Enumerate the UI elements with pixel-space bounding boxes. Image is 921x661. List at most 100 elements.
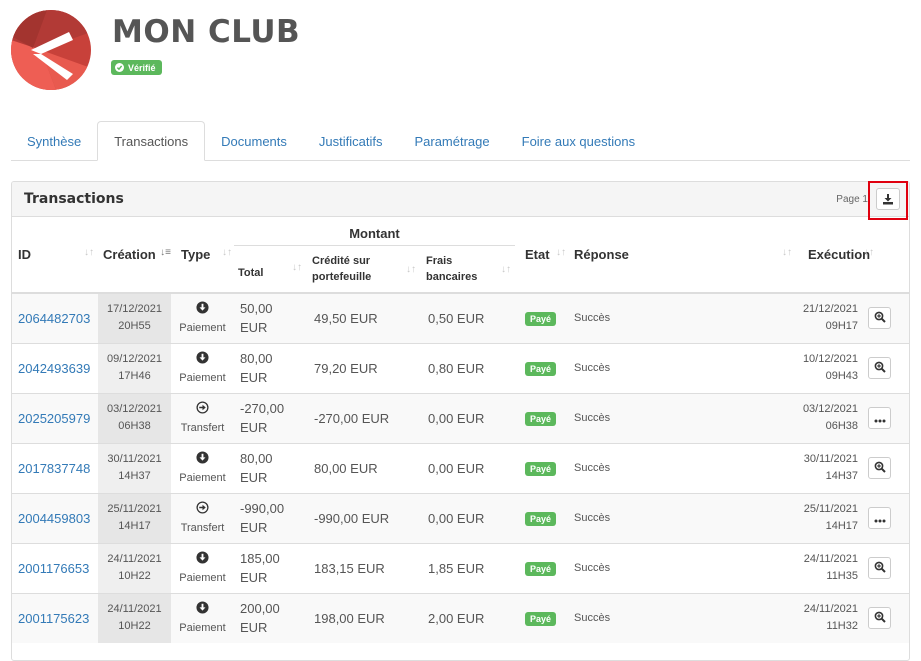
row-action-button[interactable]: [868, 507, 891, 529]
table-row: 2001176653 24/11/2021 10H22 Paiement 185,…: [12, 542, 909, 593]
transaction-id-link[interactable]: 2001176653: [12, 542, 98, 593]
creation-datetime: 03/12/2021 06H38: [98, 392, 171, 443]
creation-datetime: 30/11/2021 14H37: [98, 442, 171, 493]
amount-total: 50,00 EUR: [234, 292, 308, 343]
col-header-etat[interactable]: Etat ↓↑: [515, 217, 568, 294]
sort-icon: ↓↑: [222, 247, 232, 258]
amount-total: -990,00 EUR: [234, 492, 308, 543]
col-header-reponse[interactable]: Réponse ↓↑: [568, 217, 794, 294]
transactions-panel: Transactions Page 1 ID ↓↑ Création ↓≡ Ty…: [11, 181, 910, 661]
response-text: Succès: [568, 442, 794, 493]
download-button[interactable]: [876, 188, 900, 210]
amount-fees: 0,50 EUR: [422, 292, 515, 343]
execution-datetime: 21/12/2021 09H17: [794, 292, 864, 343]
sort-icon: ↓↑: [406, 263, 416, 275]
table-row: 2042493639 09/12/2021 17H46 Paiement 80,0…: [12, 342, 909, 393]
execution-datetime: 24/11/2021 11H35: [794, 542, 864, 593]
verified-badge: Vérifié: [111, 60, 162, 75]
sort-icon: ↓↑: [501, 263, 511, 275]
arrow-down-circle-icon: [177, 601, 228, 619]
amount-total: 80,00 EUR: [234, 442, 308, 493]
arrow-down-circle-icon: [177, 350, 228, 369]
transaction-id-link[interactable]: 2017837748: [12, 442, 98, 493]
row-action-button[interactable]: [868, 557, 891, 579]
amount-fees: 0,80 EUR: [422, 342, 515, 393]
sort-icon: ↓↑: [782, 247, 792, 258]
amount-total: 80,00 EUR: [234, 342, 308, 393]
status-cell: Payé: [515, 592, 568, 643]
response-text: Succès: [568, 492, 794, 543]
amount-credited: 79,20 EUR: [308, 342, 422, 393]
tab-synthese[interactable]: Synthèse: [11, 121, 97, 161]
response-text: Succès: [568, 342, 794, 393]
amount-fees: 2,00 EUR: [422, 592, 515, 643]
zoom-in-icon: [874, 461, 886, 476]
download-icon: [883, 194, 893, 205]
club-logo: [11, 10, 91, 90]
sort-desc-icon: ↓≡: [160, 247, 171, 258]
transaction-type: Paiement: [171, 592, 234, 643]
creation-datetime: 25/11/2021 14H17: [98, 492, 171, 543]
transaction-id-link[interactable]: 2004459803: [12, 492, 98, 543]
amount-fees: 0,00 EUR: [422, 442, 515, 493]
tab-parametrage[interactable]: Paramétrage: [398, 121, 505, 161]
transaction-type: Paiement: [171, 442, 234, 493]
amount-fees: 0,00 EUR: [422, 392, 515, 443]
col-header-execution[interactable]: Exécution ↓↑: [794, 217, 909, 294]
col-header-credited[interactable]: Crédité sur portefeuille ↓↑: [308, 244, 422, 294]
col-header-id[interactable]: ID ↓↑: [12, 217, 98, 294]
row-action-button[interactable]: [868, 407, 891, 429]
status-cell: Payé: [515, 492, 568, 543]
sort-icon: ↓↑: [292, 261, 302, 273]
row-action-button[interactable]: [868, 457, 891, 479]
page-indicator: Page 1: [836, 194, 868, 205]
row-action-button[interactable]: [868, 307, 891, 330]
status-badge: Payé: [525, 562, 557, 576]
tab-faq[interactable]: Foire aux questions: [506, 121, 651, 161]
tab-documents[interactable]: Documents: [205, 121, 303, 161]
amount-fees: 1,85 EUR: [422, 542, 515, 593]
more-icon: [874, 411, 886, 426]
table-row: 2001175623 24/11/2021 10H22 Paiement 200,…: [12, 592, 909, 643]
sort-icon: ↓↑: [864, 247, 874, 258]
arrow-down-circle-icon: [177, 550, 228, 569]
amount-credited: -990,00 EUR: [308, 492, 422, 543]
amount-credited: 198,00 EUR: [308, 592, 422, 643]
transaction-id-link[interactable]: 2042493639: [12, 342, 98, 393]
transaction-id-link[interactable]: 2001175623: [12, 592, 98, 643]
execution-datetime: 30/11/2021 14H37: [794, 442, 864, 493]
tab-transactions[interactable]: Transactions: [97, 121, 206, 161]
sort-icon: ↓↑: [84, 247, 94, 258]
row-action-button[interactable]: [868, 357, 891, 379]
execution-datetime: 10/12/2021 09H43: [794, 342, 864, 393]
zoom-in-icon: [874, 361, 886, 376]
amount-total: 200,00 EUR: [234, 592, 308, 643]
response-text: Succès: [568, 592, 794, 643]
transaction-type: Transfert: [171, 492, 234, 543]
more-icon: [874, 511, 886, 526]
col-header-montant: Montant: [349, 225, 400, 241]
col-header-type[interactable]: Type ↓↑: [171, 217, 234, 294]
transaction-type: Transfert: [171, 392, 234, 443]
status-cell: Payé: [515, 442, 568, 493]
amount-total: -270,00 EUR: [234, 392, 308, 443]
response-text: Succès: [568, 292, 794, 343]
creation-datetime: 24/11/2021 10H22: [98, 592, 171, 643]
tab-justificatifs[interactable]: Justificatifs: [303, 121, 399, 161]
col-header-total[interactable]: Total ↓↑: [234, 244, 308, 294]
transaction-type: Paiement: [171, 292, 234, 343]
amount-credited: 49,50 EUR: [308, 292, 422, 343]
transaction-id-link[interactable]: 2025205979: [12, 392, 98, 443]
table-row: 2025205979 03/12/2021 06H38 Transfert -27…: [12, 392, 909, 443]
table-row: 2017837748 30/11/2021 14H37 Paiement 80,0…: [12, 442, 909, 493]
response-text: Succès: [568, 392, 794, 443]
transaction-id-link[interactable]: 2064482703: [12, 292, 98, 343]
check-circle-icon: [115, 63, 124, 72]
col-header-creation[interactable]: Création ↓≡: [98, 217, 171, 294]
status-cell: Payé: [515, 342, 568, 393]
status-badge: Payé: [525, 612, 557, 627]
arrow-down-circle-icon: [177, 301, 228, 319]
col-header-fees[interactable]: Frais bancaires ↓↑: [422, 244, 515, 294]
row-action-button[interactable]: [868, 607, 891, 630]
status-badge: Payé: [525, 362, 557, 376]
